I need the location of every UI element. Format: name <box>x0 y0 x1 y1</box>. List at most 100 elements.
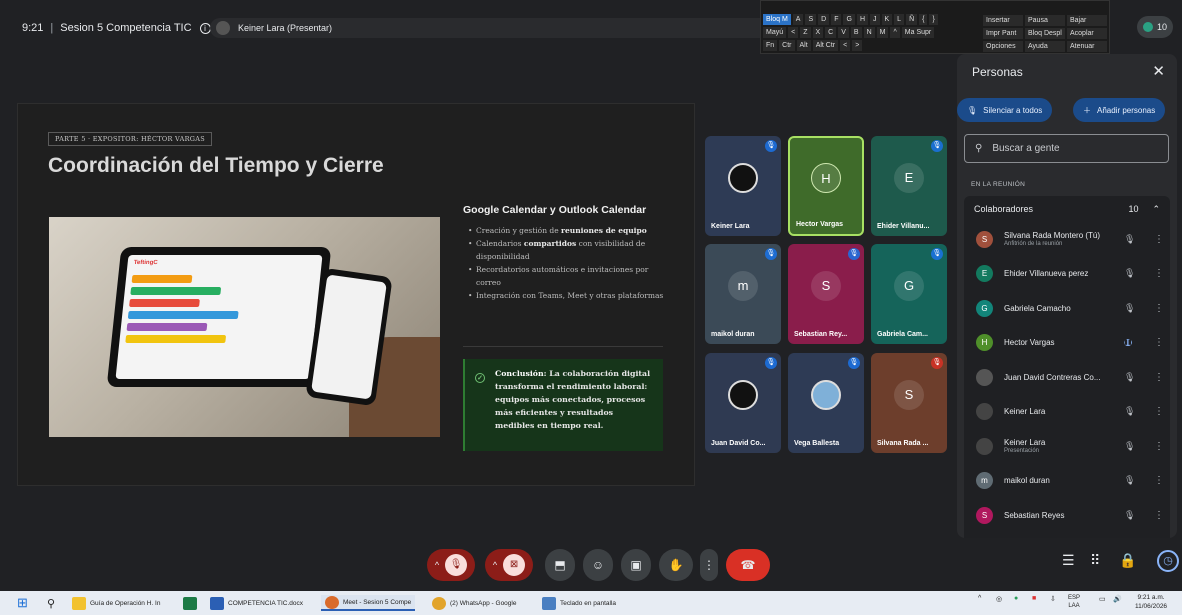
keyboard-key[interactable]: Pausa <box>1025 15 1065 26</box>
present-screen-button[interactable]: ⬒ <box>545 549 575 581</box>
participant-tile[interactable]: m 🎙 maikol duran <box>705 244 781 344</box>
keyboard-key[interactable]: A <box>792 14 804 25</box>
keyboard-key[interactable]: Z <box>800 27 811 38</box>
search-button[interactable]: ⚲ <box>47 595 55 611</box>
keyboard-key[interactable]: S <box>805 14 817 25</box>
taskbar-item-keyboard[interactable]: Teclado en pantalla <box>542 595 616 611</box>
activities-icon[interactable]: ⠿ <box>1090 552 1100 569</box>
keyboard-key[interactable]: Ñ <box>906 14 918 25</box>
participant-tile[interactable]: E 🎙 Ehider Villanu... <box>871 136 947 236</box>
participant-tile[interactable]: G 🎙 Gabriela Cam... <box>871 244 947 344</box>
timer-icon[interactable]: ◷ <box>1157 550 1179 572</box>
participant-row[interactable]: Keiner Lara 🎙 ⋮ <box>964 395 1170 429</box>
participant-tile[interactable]: H Hector Vargas <box>788 136 864 236</box>
volume-icon[interactable]: 🔊 <box>1113 595 1122 603</box>
keyboard-key[interactable]: H <box>856 14 868 25</box>
tray-app-icon[interactable]: ◎ <box>996 595 1002 603</box>
keyboard-key[interactable]: B <box>850 27 862 38</box>
leave-call-button[interactable]: ☎ <box>726 549 770 581</box>
participant-tile[interactable]: S 🎙 Silvana Rada ... <box>871 353 947 453</box>
tray-app-icon[interactable]: ■ <box>1032 595 1036 602</box>
more-vert-icon[interactable]: ⋮ <box>1154 268 1164 279</box>
keyboard-key[interactable]: L <box>894 14 905 25</box>
keyboard-key[interactable]: Acoplar <box>1067 28 1107 39</box>
keyboard-key[interactable]: Atenuar <box>1067 41 1107 52</box>
mic-off-icon[interactable]: 🎙 <box>1124 510 1135 521</box>
info-icon[interactable]: i <box>199 22 211 34</box>
tray-chevron-icon[interactable]: ^ <box>978 595 981 602</box>
keyboard-key[interactable]: < <box>788 27 799 38</box>
captions-button[interactable]: ▣ <box>621 549 651 581</box>
tray-usb-icon[interactable]: ⇩ <box>1050 595 1056 603</box>
keyboard-key[interactable]: Ma Supr <box>901 27 935 38</box>
keyboard-key[interactable]: ^ <box>890 27 900 38</box>
raise-hand-button[interactable]: ✋ <box>659 549 693 581</box>
participant-row[interactable]: G Gabriela Camacho 🎙 ⋮ <box>964 291 1170 325</box>
keyboard-key[interactable]: Impr Pant <box>983 28 1023 39</box>
keyboard-key[interactable]: Alt Ctr <box>812 40 839 51</box>
more-vert-icon[interactable]: ⋮ <box>1154 372 1164 383</box>
keyboard-key[interactable]: J <box>870 14 880 25</box>
participant-row[interactable]: Juan David Contreras Co... 🎙 ⋮ <box>964 360 1170 394</box>
mic-off-icon[interactable]: 🎙 <box>1124 372 1135 383</box>
tray-app-icon[interactable]: ● <box>1014 595 1018 602</box>
host-controls-icon[interactable]: 🔒 <box>1119 552 1136 569</box>
reactions-button[interactable]: ☺ <box>583 549 613 581</box>
keyboard-key[interactable]: F <box>831 14 842 25</box>
mic-off-icon[interactable]: 🎙 <box>1124 441 1135 452</box>
keyboard-key[interactable]: < <box>840 40 851 51</box>
taskbar-item-word[interactable]: COMPETENCIA TIC.docx <box>210 595 303 611</box>
keyboard-key[interactable]: { <box>919 14 928 25</box>
keyboard-key[interactable]: V <box>838 27 849 38</box>
keyboard-key[interactable]: Insertar <box>983 15 1023 26</box>
participant-row[interactable]: S Sebastian Reyes 🎙 ⋮ <box>964 498 1170 532</box>
keyboard-key[interactable]: Fn <box>763 40 778 51</box>
keyboard-key[interactable]: Bloq Despl <box>1025 28 1065 39</box>
mic-off-icon[interactable]: 🎙 <box>1124 268 1135 279</box>
taskbar-item-excel[interactable] <box>183 595 197 611</box>
taskbar-item-meet[interactable]: Meet - Sesion 5 Compe <box>321 595 416 611</box>
keyboard-key[interactable]: Ayuda <box>1025 41 1065 52</box>
keyboard-key[interactable]: C <box>825 27 837 38</box>
participant-row[interactable]: E Ehider Villanueva perez 🎙 ⋮ <box>964 257 1170 291</box>
mic-off-icon[interactable]: 🎙 <box>1124 475 1135 486</box>
keyboard-key[interactable]: Bajar <box>1067 15 1107 26</box>
collaborators-header[interactable]: Colaboradores 10 ⌃ <box>964 196 1170 222</box>
mute-all-button[interactable]: 🎙 Silenciar a todos <box>957 98 1053 122</box>
more-vert-icon[interactable]: ⋮ <box>1154 475 1164 486</box>
people-count-button[interactable]: 10 <box>1137 16 1173 38</box>
mic-off-icon[interactable]: 🎙 <box>1124 234 1135 245</box>
keyboard-key[interactable]: Alt <box>796 40 811 51</box>
search-input[interactable]: ⚲ Buscar a gente <box>964 134 1169 163</box>
keyboard-key[interactable]: K <box>881 14 893 25</box>
more-vert-icon[interactable]: ⋮ <box>1154 337 1164 348</box>
more-vert-icon[interactable]: ⋮ <box>1154 406 1164 417</box>
keyboard-key[interactable]: N <box>863 27 875 38</box>
participant-row[interactable]: m maikol duran 🎙 ⋮ <box>964 464 1170 498</box>
participant-tile[interactable]: S 🎙 Sebastian Rey... <box>788 244 864 344</box>
taskbar-item-whatsapp[interactable]: (2) WhatsApp - Google <box>432 595 516 611</box>
keyboard-key[interactable]: X <box>812 27 824 38</box>
more-vert-icon[interactable]: ⋮ <box>1154 303 1164 314</box>
keyboard-key[interactable]: D <box>818 14 830 25</box>
add-people-button[interactable]: ＋ Añadir personas <box>1073 98 1166 122</box>
taskbar-item-file-explorer[interactable]: Guía de Operación H. In <box>72 595 160 611</box>
more-vert-icon[interactable]: ⋮ <box>1154 510 1164 521</box>
more-options-button[interactable]: ⋮ <box>700 549 718 581</box>
meeting-details-icon[interactable]: ☰ <box>1062 552 1075 569</box>
keyboard-key[interactable]: Opciones <box>983 41 1023 52</box>
keyboard-key[interactable]: > <box>852 40 863 51</box>
participant-row[interactable]: Keiner Lara Presentación 🎙 ⋮ <box>964 429 1170 463</box>
participant-tile[interactable]: 🎙 Keiner Lara <box>705 136 781 236</box>
participant-row[interactable]: H Hector Vargas ▮▮ ⋮ <box>964 326 1170 360</box>
keyboard-key[interactable]: Mayú <box>763 27 787 38</box>
participant-tile[interactable]: 🎙 Juan David Co... <box>705 353 781 453</box>
more-vert-icon[interactable]: ⋮ <box>1154 441 1164 452</box>
participant-row[interactable]: S Silvana Rada Montero (Tú) Anfitrión de l… <box>964 222 1170 256</box>
mic-toggle-button[interactable]: ^ 🎙 <box>427 549 475 581</box>
camera-toggle-button[interactable]: ^ ⊠ <box>485 549 533 581</box>
speaking-indicator-icon[interactable]: ▮▮ <box>1124 336 1132 350</box>
language-indicator[interactable]: ESP LAA <box>1068 594 1080 610</box>
keyboard-key[interactable]: M <box>876 27 889 38</box>
mic-off-icon[interactable]: 🎙 <box>1124 406 1135 417</box>
